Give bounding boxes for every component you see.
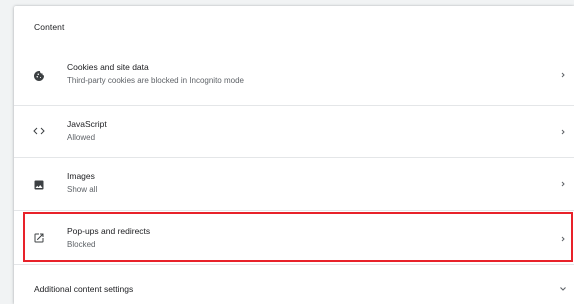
cookies-status: Third-party cookies are blocked in Incog… [67,76,244,85]
chevron-down-icon[interactable] [558,284,567,293]
chevron-right-icon [559,235,567,243]
additional-content-settings-label: Additional content settings [34,284,134,294]
popups-status: Blocked [67,240,96,249]
popups-text: Pop-ups and redirects Blocked [67,226,150,250]
popups-label: Pop-ups and redirects [67,226,151,236]
chevron-right-icon [559,180,567,188]
cookies-and-site-data-row[interactable]: Cookies and site data Third-party cookie… [14,52,574,96]
content-settings-card: Content Cookies and site data Third-part… [14,6,574,304]
popups-and-redirects-row[interactable]: Pop-ups and redirects Blocked [14,210,574,265]
images-label: Images [67,171,95,181]
settings-page: Content Cookies and site data Third-part… [0,0,574,304]
javascript-text: JavaScript Allowed [67,119,107,143]
images-status: Show all [67,185,98,194]
image-icon [32,178,46,192]
popup-open-in-new-icon [32,231,46,245]
cookies-label: Cookies and site data [67,62,149,72]
images-row[interactable]: Images Show all [14,157,574,211]
chevron-right-icon [559,128,567,136]
javascript-row[interactable]: JavaScript Allowed [14,105,574,158]
section-title: Content [34,22,65,32]
javascript-label: JavaScript [67,119,107,129]
images-text: Images Show all [67,171,97,195]
cookie-icon [32,69,46,83]
code-brackets-icon [32,124,46,138]
javascript-status: Allowed [67,133,96,142]
cookies-text: Cookies and site data Third-party cookie… [67,62,244,86]
additional-content-settings-row[interactable]: Additional content settings [14,264,574,304]
chevron-right-icon [559,71,567,79]
